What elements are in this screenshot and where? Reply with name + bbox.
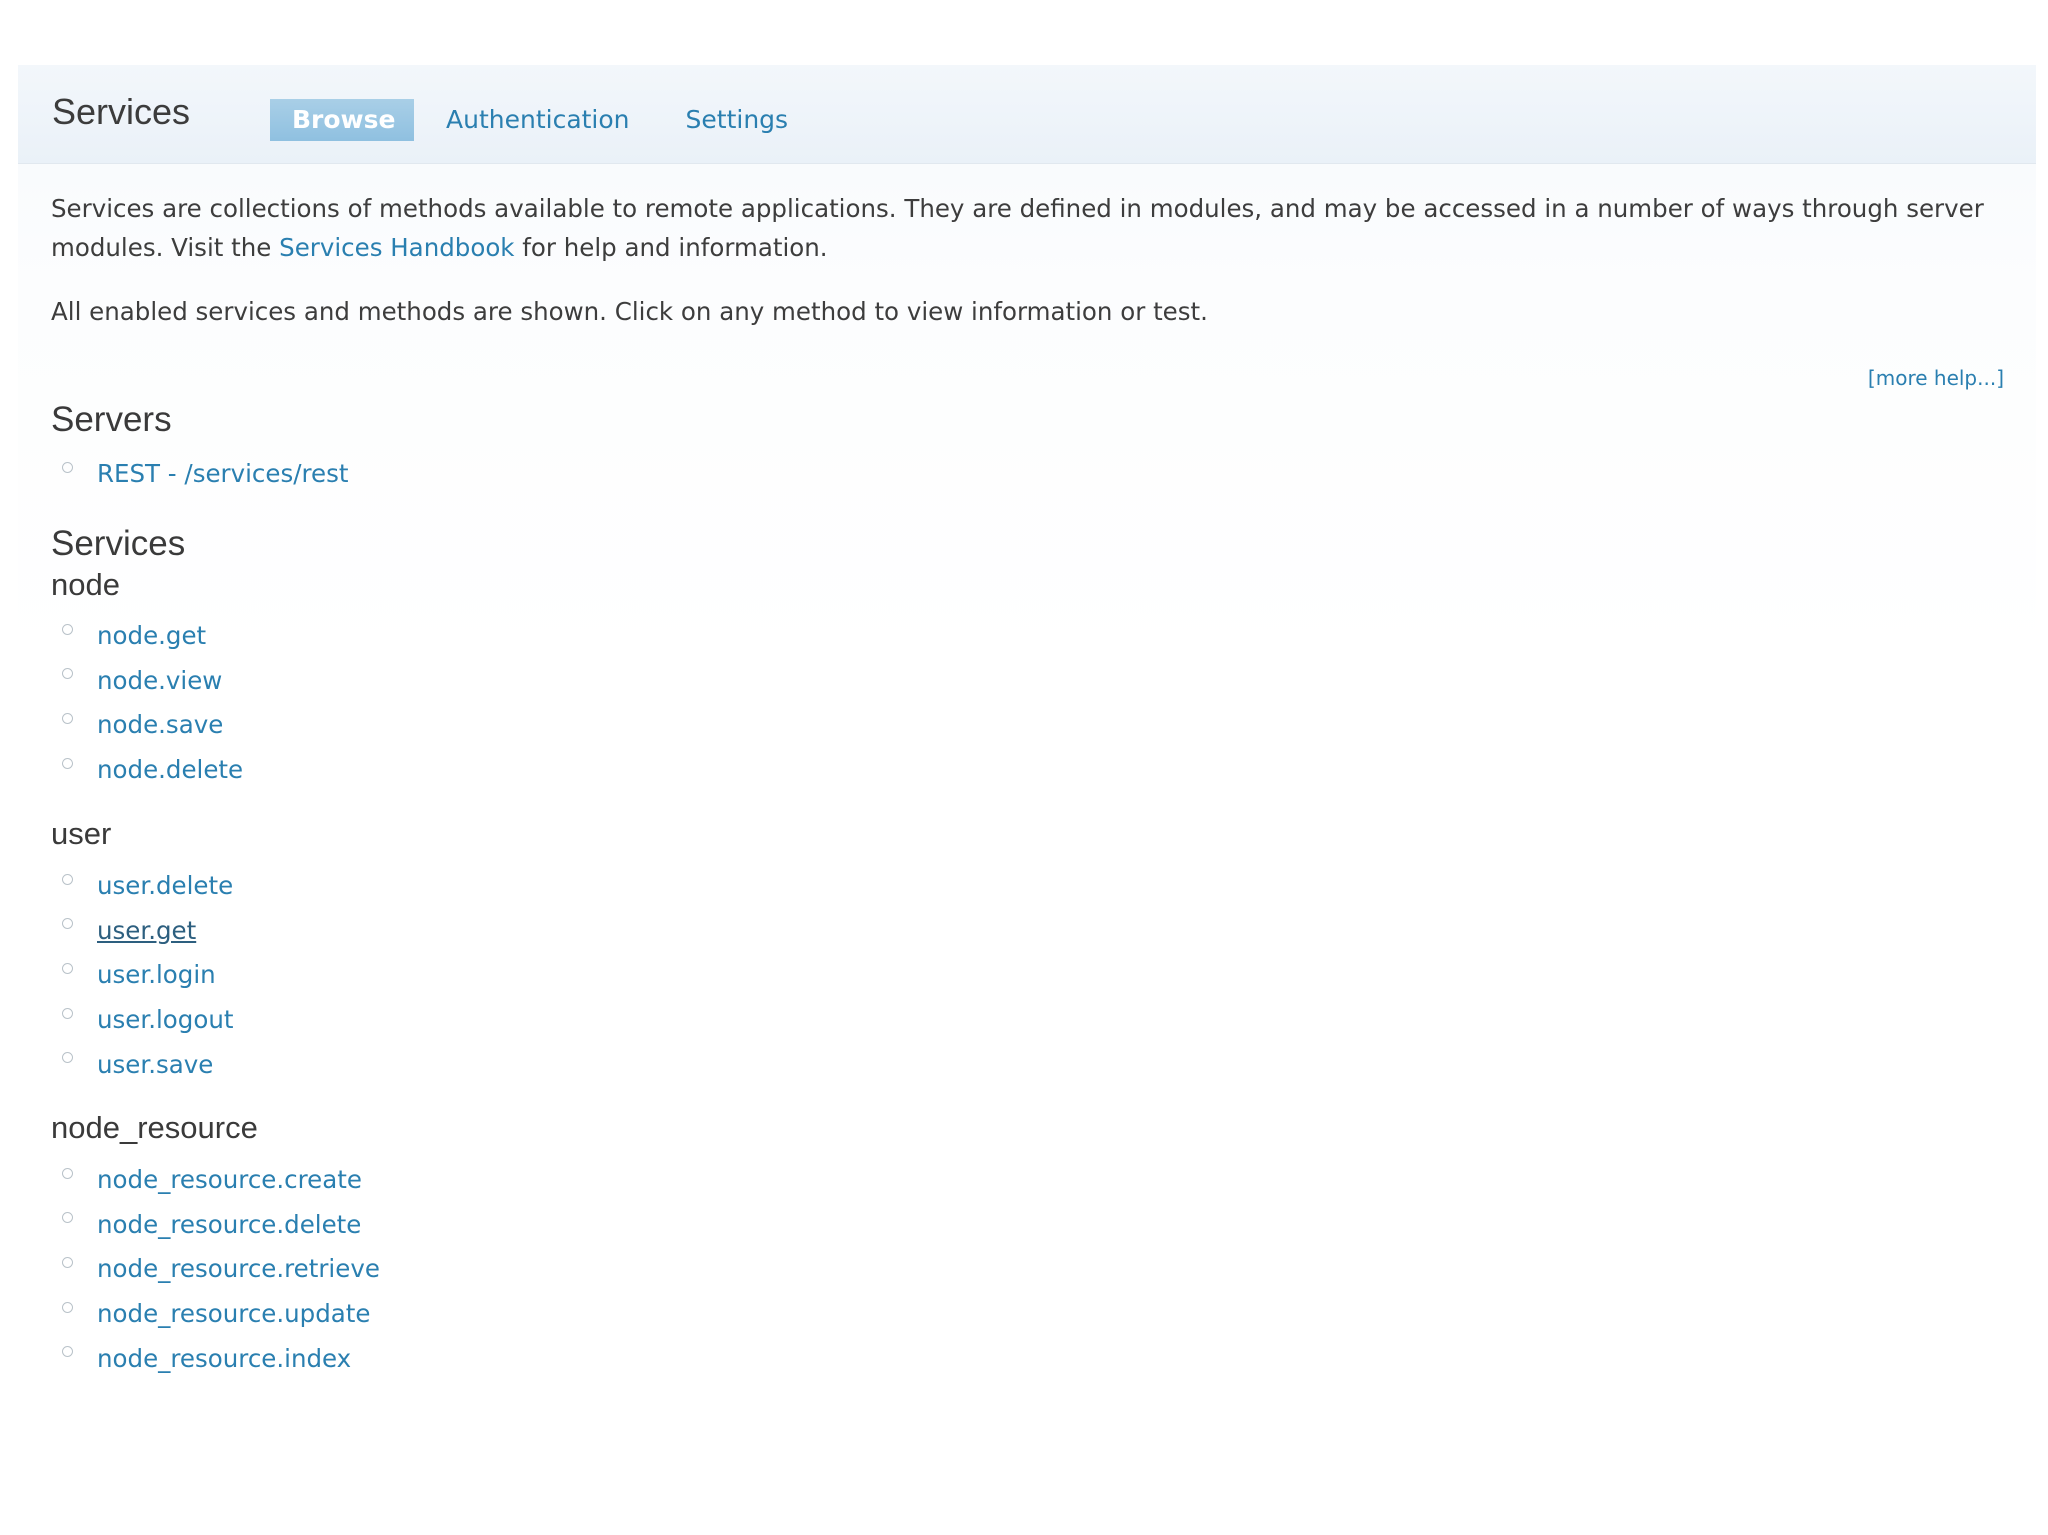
- method-list-user: user.delete user.get user.login user.log…: [62, 864, 233, 1087]
- method-list-node: node.get node.view node.save node.delete: [62, 614, 243, 792]
- list-item: node_resource.update: [62, 1292, 380, 1337]
- group-heading-node: node: [51, 567, 120, 602]
- intro-text-after-link: for help and information.: [514, 233, 828, 262]
- method-link[interactable]: node_resource.delete: [97, 1210, 361, 1240]
- list-item: user.login: [62, 953, 233, 998]
- circle-bullet-icon: [62, 873, 73, 885]
- tab-settings[interactable]: Settings: [664, 99, 811, 141]
- method-link[interactable]: node.view: [97, 666, 222, 696]
- list-item: REST - /services/rest: [62, 452, 348, 497]
- circle-bullet-icon: [62, 1256, 73, 1268]
- method-link[interactable]: user.save: [97, 1050, 213, 1080]
- tab-browse[interactable]: Browse: [270, 99, 414, 141]
- circle-bullet-icon: [62, 918, 73, 930]
- method-link[interactable]: user.get: [97, 916, 196, 946]
- circle-bullet-icon: [62, 461, 73, 473]
- method-list-node-resource: node_resource.create node_resource.delet…: [62, 1158, 380, 1381]
- method-link[interactable]: user.login: [97, 960, 216, 990]
- circle-bullet-icon: [62, 1052, 73, 1064]
- tab-bar: Browse Authentication Settings: [270, 99, 822, 141]
- circle-bullet-icon: [62, 712, 73, 724]
- list-item: node.delete: [62, 748, 243, 793]
- circle-bullet-icon: [62, 1212, 73, 1224]
- method-link[interactable]: node_resource.update: [97, 1299, 370, 1329]
- list-item: user.get: [62, 909, 233, 954]
- list-item: node_resource.index: [62, 1336, 380, 1381]
- page-title: Services: [52, 91, 191, 132]
- intro-instructions: All enabled services and methods are sho…: [51, 297, 1208, 326]
- servers-heading: Servers: [51, 400, 172, 439]
- method-link[interactable]: node_resource.retrieve: [97, 1254, 380, 1284]
- circle-bullet-icon: [62, 1346, 73, 1358]
- circle-bullet-icon: [62, 1301, 73, 1313]
- circle-bullet-icon: [62, 962, 73, 974]
- method-link[interactable]: node.get: [97, 621, 206, 651]
- circle-bullet-icon: [62, 757, 73, 769]
- list-item: node.view: [62, 659, 243, 704]
- tab-authentication[interactable]: Authentication: [424, 99, 652, 141]
- method-link[interactable]: node_resource.index: [97, 1344, 351, 1374]
- circle-bullet-icon: [62, 1167, 73, 1179]
- method-link[interactable]: node_resource.create: [97, 1165, 362, 1195]
- group-heading-node-resource: node_resource: [51, 1110, 258, 1145]
- method-link[interactable]: user.logout: [97, 1005, 233, 1035]
- list-item: node_resource.retrieve: [62, 1247, 380, 1292]
- services-heading: Services: [51, 524, 186, 563]
- list-item: node.get: [62, 614, 243, 659]
- server-link-rest[interactable]: REST - /services/rest: [97, 459, 348, 489]
- more-help-link[interactable]: [more help...]: [1868, 364, 2004, 392]
- servers-list: REST - /services/rest: [62, 452, 348, 497]
- list-item: user.delete: [62, 864, 233, 909]
- circle-bullet-icon: [62, 1007, 73, 1019]
- circle-bullet-icon: [62, 668, 73, 680]
- group-heading-user: user: [51, 816, 112, 851]
- method-link[interactable]: node.delete: [97, 755, 243, 785]
- list-item: node_resource.delete: [62, 1203, 380, 1248]
- list-item: user.logout: [62, 998, 233, 1043]
- method-link[interactable]: user.delete: [97, 871, 233, 901]
- circle-bullet-icon: [62, 623, 73, 635]
- list-item: node_resource.create: [62, 1158, 380, 1203]
- services-handbook-link[interactable]: Services Handbook: [279, 233, 514, 262]
- list-item: node.save: [62, 703, 243, 748]
- intro-paragraph: Services are collections of methods avai…: [51, 189, 2011, 267]
- list-item: user.save: [62, 1042, 233, 1087]
- method-link[interactable]: node.save: [97, 710, 223, 740]
